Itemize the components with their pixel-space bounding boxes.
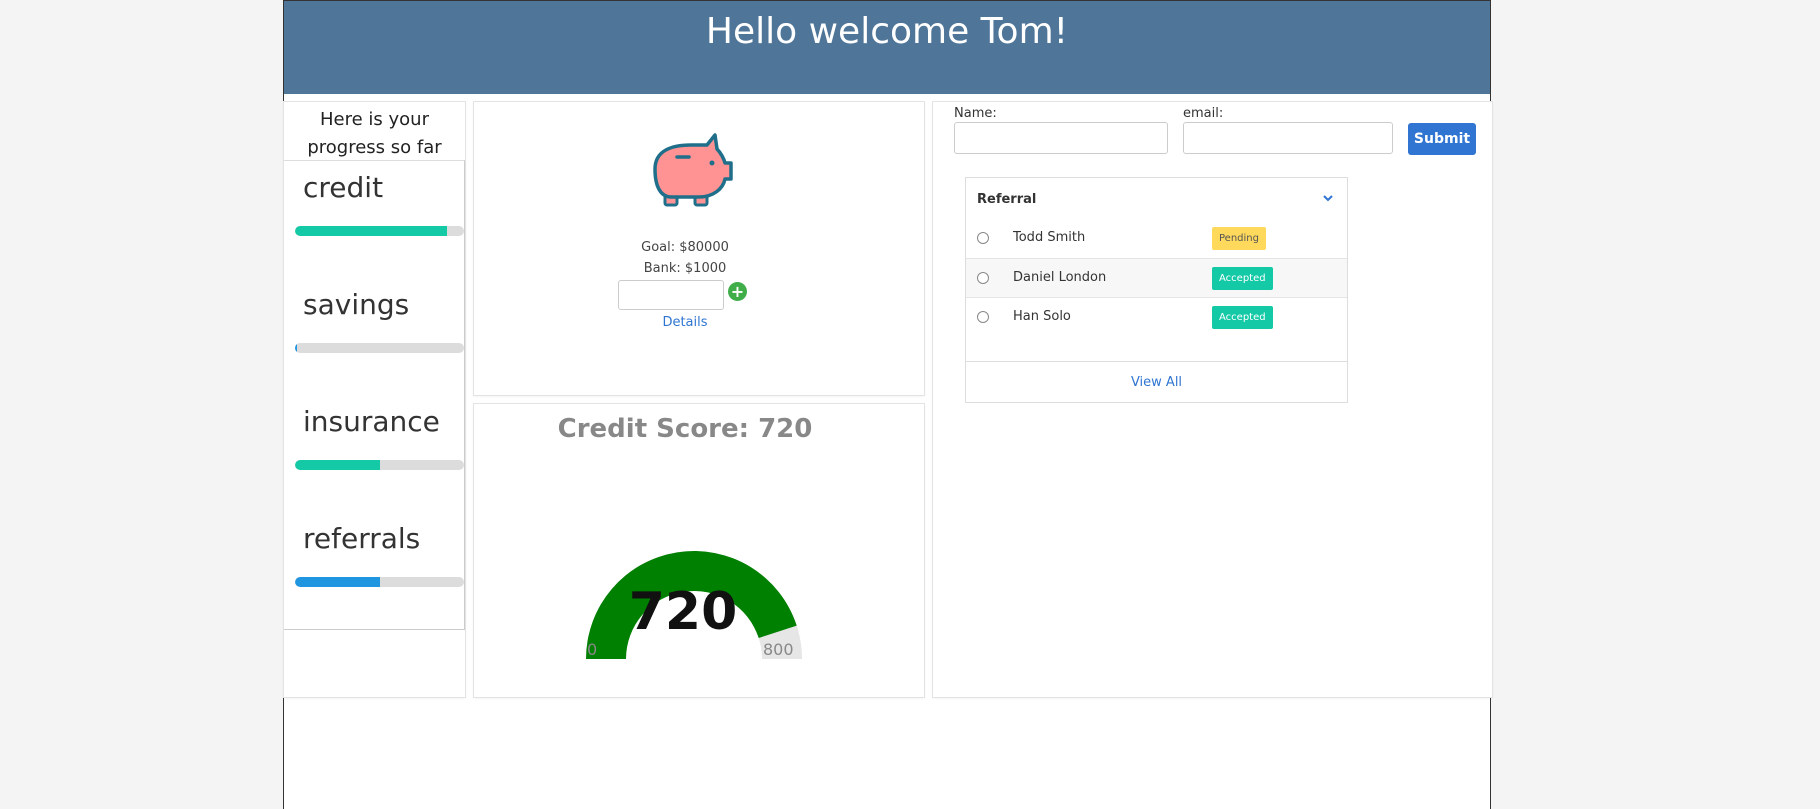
name-label: Name: [954, 106, 997, 121]
piggy-bank-icon [653, 133, 733, 207]
progress-label-referrals: referrals [303, 522, 421, 555]
status-badge: Accepted [1212, 267, 1273, 290]
progress-bar-insurance [295, 460, 464, 470]
savings-goal: Goal: $80000 [641, 240, 729, 255]
progress-fill-referrals [295, 577, 380, 587]
referral-name: Todd Smith [1013, 230, 1086, 245]
progress-fill-savings [295, 343, 297, 353]
progress-bar-savings [295, 343, 464, 353]
email-input[interactable] [1183, 122, 1393, 154]
details-link[interactable]: Details [474, 315, 924, 330]
page-header: Hello welcome Tom! [284, 0, 1490, 94]
progress-title: Here is your progress so far [307, 109, 442, 158]
welcome-title: Hello welcome Tom! [705, 11, 1069, 52]
referral-title: Referral [977, 192, 1037, 207]
credit-score-title: Credit Score: 720 [557, 414, 813, 444]
plus-circle-icon[interactable]: + [728, 282, 747, 301]
referral-row[interactable]: Todd Smith Pending [966, 219, 1347, 258]
savings-bank: Bank: $1000 [643, 261, 727, 276]
referral-panel: Name: email: Submit Referral Todd Smith … [933, 102, 1492, 697]
progress-bar-credit [295, 226, 464, 236]
referral-name: Daniel London [1013, 270, 1107, 285]
progress-label-savings: savings [303, 288, 410, 321]
progress-panel: Here is your progress so far credit savi… [284, 102, 465, 697]
view-all-link[interactable]: View All [966, 361, 1347, 403]
savings-panel: Goal: $80000 Bank: $1000 + Details [474, 102, 924, 395]
gauge-min-label: 0 [587, 640, 598, 659]
progress-fill-credit [295, 226, 448, 236]
progress-fill-insurance [295, 460, 380, 470]
credit-score-value: 720 [628, 582, 738, 642]
app-frame: Hello welcome Tom! Here is your progress… [283, 0, 1492, 809]
referral-radio[interactable] [977, 272, 989, 284]
email-label: email: [1183, 106, 1224, 121]
deposit-input[interactable] [618, 280, 724, 310]
progress-list: credit savings insurance referrals [284, 160, 465, 630]
referral-radio[interactable] [977, 311, 989, 323]
status-badge: Pending [1212, 227, 1266, 250]
name-input[interactable] [954, 122, 1168, 154]
chevron-down-icon[interactable] [1322, 192, 1334, 207]
referral-name: Han Solo [1013, 309, 1071, 324]
progress-label-insurance: insurance [303, 405, 440, 438]
referral-row[interactable]: Han Solo Accepted [966, 297, 1347, 336]
credit-score-panel: Credit Score: 720 720 0 800 [474, 404, 924, 697]
progress-bar-referrals [295, 577, 464, 587]
gauge-max-label: 800 [763, 640, 794, 659]
progress-label-credit: credit [303, 171, 384, 204]
submit-button[interactable]: Submit [1408, 123, 1476, 155]
referral-row[interactable]: Daniel London Accepted [966, 258, 1347, 297]
status-badge: Accepted [1212, 306, 1273, 329]
referral-radio[interactable] [977, 232, 989, 244]
referral-card: Referral Todd Smith Pending Daniel Londo… [965, 177, 1348, 403]
